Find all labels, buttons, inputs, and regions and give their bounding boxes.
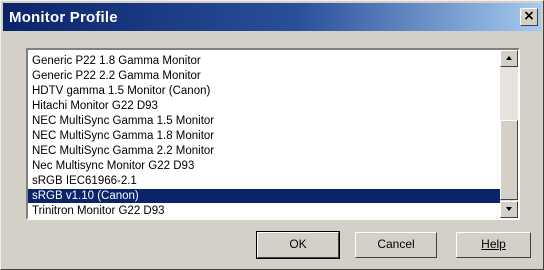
ok-button[interactable]: OK bbox=[256, 231, 340, 259]
close-button[interactable]: × bbox=[520, 8, 538, 26]
list-item[interactable]: NEC MultiSync Gamma 2.2 Monitor bbox=[28, 144, 500, 158]
profile-listbox[interactable]: Generic P22 1.8 Gamma Monitor Generic P22… bbox=[26, 48, 520, 220]
dialog-title: Monitor Profile bbox=[9, 8, 118, 26]
list-item[interactable]: Generic P22 2.2 Gamma Monitor bbox=[28, 69, 500, 83]
list-item-selected[interactable]: sRGB v1.10 (Canon) bbox=[28, 189, 500, 203]
arrow-down-icon bbox=[506, 207, 512, 211]
list-item[interactable]: Generic P22 1.8 Gamma Monitor bbox=[28, 54, 500, 68]
monitor-profile-dialog: Monitor Profile × Generic P22 1.8 Gamma … bbox=[0, 0, 544, 270]
title-bar[interactable]: Monitor Profile × bbox=[3, 3, 541, 31]
list-item[interactable]: NEC MultiSync Gamma 1.5 Monitor bbox=[28, 114, 500, 128]
scroll-thumb[interactable] bbox=[500, 120, 518, 200]
scroll-up-button[interactable] bbox=[500, 50, 518, 67]
list-item[interactable]: Hitachi Monitor G22 D93 bbox=[28, 99, 500, 113]
arrow-up-icon bbox=[506, 56, 512, 60]
help-button-label: Help bbox=[481, 237, 506, 251]
help-button[interactable]: Help bbox=[456, 232, 531, 258]
list-item[interactable]: Nec Multisync Monitor G22 D93 bbox=[28, 159, 500, 173]
list-item[interactable]: Trinitron Monitor G22 D93 bbox=[28, 204, 500, 218]
cancel-button[interactable]: Cancel bbox=[355, 232, 437, 258]
list-item[interactable]: HDTV gamma 1.5 Monitor (Canon) bbox=[28, 84, 500, 98]
close-icon: × bbox=[523, 8, 535, 24]
scroll-down-button[interactable] bbox=[500, 201, 518, 218]
list-item[interactable]: sRGB IEC61966-2.1 bbox=[28, 174, 500, 188]
profile-list: Generic P22 1.8 Gamma Monitor Generic P22… bbox=[28, 50, 500, 218]
list-item[interactable]: NEC MultiSync Gamma 1.8 Monitor bbox=[28, 129, 500, 143]
vertical-scrollbar[interactable] bbox=[500, 50, 518, 218]
